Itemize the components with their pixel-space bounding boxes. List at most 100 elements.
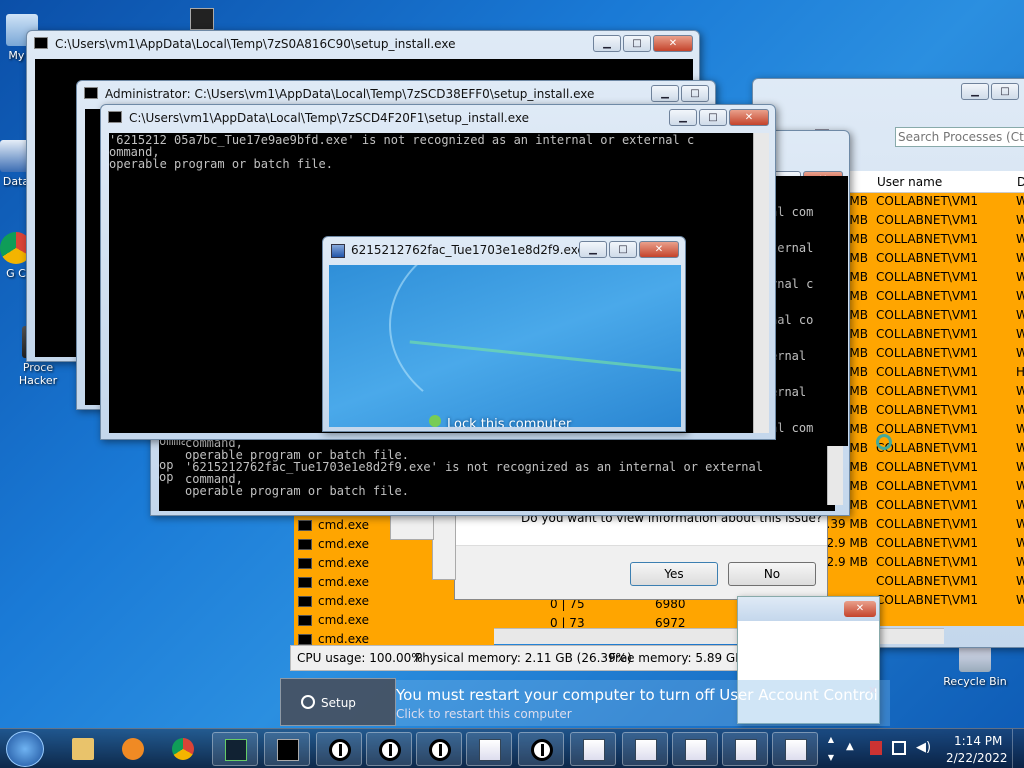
user-cell[interactable]: COLLABNET\VM1 xyxy=(876,232,978,246)
user-cell[interactable]: COLLABNET\VM1 xyxy=(876,270,978,284)
uac-notification[interactable]: You must restart your computer to turn o… xyxy=(390,680,890,726)
memory-cell: MB xyxy=(849,479,868,493)
user-cell[interactable]: COLLABNET\VM1 xyxy=(876,308,978,322)
taskbar: ▲ ▼ ▲ ◀) 1:14 PM 2/22/2022 xyxy=(0,728,1024,768)
window-icon xyxy=(785,739,807,761)
taskbar-media-player[interactable] xyxy=(110,732,156,766)
start-button[interactable] xyxy=(6,731,44,767)
user-cell[interactable]: COLLABNET\VM1 xyxy=(876,460,978,474)
user-cell[interactable]: COLLABNET\VM1 xyxy=(876,365,978,379)
clock-time[interactable]: 1:14 PM xyxy=(954,734,1002,748)
taskbar-cmd[interactable] xyxy=(264,732,310,766)
minimize-button[interactable]: ▁ xyxy=(961,83,989,100)
memory-cell: MB xyxy=(849,441,868,455)
setup-icon xyxy=(531,739,553,761)
description-cell: W xyxy=(1016,403,1024,417)
minimize-button[interactable]: ▁ xyxy=(593,35,621,52)
close-button[interactable]: ✕ xyxy=(653,35,693,52)
description-cell: W xyxy=(1016,517,1024,531)
minimize-button[interactable]: ▁ xyxy=(579,241,607,258)
taskbar-setup-1[interactable] xyxy=(316,732,362,766)
setup-icon xyxy=(329,739,351,761)
taskbar-scroll[interactable]: ▲ ▼ xyxy=(824,731,838,767)
taskbar-window-4[interactable] xyxy=(672,732,718,766)
user-cell[interactable]: COLLABNET\VM1 xyxy=(876,194,978,208)
user-cell[interactable]: COLLABNET\VM1 xyxy=(876,327,978,341)
user-cell[interactable]: COLLABNET\VM1 xyxy=(876,213,978,227)
close-button[interactable]: ✕ xyxy=(844,601,876,617)
taskbar-window-1[interactable] xyxy=(466,732,512,766)
taskbar-process-hacker[interactable] xyxy=(212,732,258,766)
user-cell[interactable]: COLLABNET\VM1 xyxy=(876,536,978,550)
user-cell[interactable]: COLLABNET\VM1 xyxy=(876,384,978,398)
maximize-button[interactable]: □ xyxy=(991,83,1019,100)
memory-cell: MB xyxy=(849,346,868,360)
taskbar-setup-4[interactable] xyxy=(518,732,564,766)
maximize-button[interactable]: □ xyxy=(609,241,637,258)
cpu-usage: CPU usage: 100.00% xyxy=(297,651,423,665)
yes-button[interactable]: Yes xyxy=(630,562,718,586)
memory-cell: MB xyxy=(849,194,868,208)
show-hidden-icons-icon[interactable]: ▲ xyxy=(846,741,854,752)
user-cell[interactable]: COLLABNET\VM1 xyxy=(876,593,978,607)
user-cell[interactable]: COLLABNET\VM1 xyxy=(876,555,978,569)
uac-restart-link[interactable]: Click to restart this computer xyxy=(396,707,572,721)
minimize-button[interactable]: ▁ xyxy=(651,85,679,102)
maximize-button[interactable]: □ xyxy=(681,85,709,102)
network-icon[interactable] xyxy=(892,741,906,755)
console-line: al com xyxy=(770,206,814,219)
memory-cell: MB xyxy=(849,213,868,227)
user-cell[interactable]: COLLABNET\VM1 xyxy=(876,289,978,303)
memory-cell: MB xyxy=(849,232,868,246)
uac-title: You must restart your computer to turn o… xyxy=(396,686,878,704)
taskbar-window-3[interactable] xyxy=(622,732,668,766)
memory-cell: MB xyxy=(849,384,868,398)
no-button[interactable]: No xyxy=(728,562,816,586)
memory-cell: MB xyxy=(849,308,868,322)
taskbar-setup-2[interactable] xyxy=(366,732,412,766)
taskbar-setup-3[interactable] xyxy=(416,732,462,766)
user-cell[interactable]: COLLABNET\VM1 xyxy=(876,346,978,360)
maximize-button[interactable]: □ xyxy=(699,109,727,126)
close-icon[interactable]: ✕ xyxy=(868,684,877,697)
user-cell[interactable]: COLLABNET\VM1 xyxy=(876,479,978,493)
minimize-button[interactable]: ▁ xyxy=(669,109,697,126)
console-line: ernal xyxy=(770,349,807,363)
exe-window[interactable]: 6215212762fac_Tue1703e1e8d2f9.exe ▁ □ ✕ Lo… xyxy=(322,236,686,432)
description-cell: W xyxy=(1016,384,1024,398)
taskbar-window-5[interactable] xyxy=(722,732,768,766)
close-button[interactable]: ✕ xyxy=(639,241,679,258)
process-name: cmd.exe xyxy=(318,594,370,608)
process-row[interactable]: cmd.exe xyxy=(298,613,498,632)
clock-date[interactable]: 2/22/2022 xyxy=(946,751,1008,765)
user-cell[interactable]: COLLABNET\VM1 xyxy=(876,574,978,588)
taskbar-chrome[interactable] xyxy=(160,732,206,766)
user-cell[interactable]: COLLABNET\VM1 xyxy=(876,498,978,512)
taskbar-explorer[interactable] xyxy=(60,732,106,766)
description-cell: W xyxy=(1016,194,1024,208)
search-processes-input[interactable] xyxy=(895,127,1024,147)
taskbar-window-2[interactable] xyxy=(570,732,616,766)
shortcut-icon[interactable] xyxy=(190,8,214,30)
user-cell[interactable]: COLLABNET\VM1 xyxy=(876,251,978,265)
flag-icon[interactable] xyxy=(870,741,882,755)
close-button[interactable]: ✕ xyxy=(729,109,769,126)
memory-cell: MB xyxy=(849,365,868,379)
user-cell[interactable]: COLLABNET\VM1 xyxy=(876,403,978,417)
column-d[interactable]: D xyxy=(1017,175,1024,189)
volume-icon[interactable]: ◀) xyxy=(916,740,931,755)
user-cell[interactable]: COLLABNET\VM1 xyxy=(876,517,978,531)
column-user-name[interactable]: User name xyxy=(877,175,942,189)
memory-cell: MB xyxy=(849,403,868,417)
memory-cell: 2.9 MB xyxy=(826,536,868,550)
description-cell: W xyxy=(1016,574,1024,588)
user-cell[interactable]: COLLABNET\VM1 xyxy=(876,422,978,436)
setup-taskbar-thumbnail[interactable]: Setup xyxy=(280,678,396,726)
taskbar-window-6[interactable] xyxy=(772,732,818,766)
show-desktop-button[interactable] xyxy=(1012,729,1024,768)
maximize-button[interactable]: □ xyxy=(623,35,651,52)
lock-computer-link[interactable]: Lock this computer xyxy=(447,417,571,427)
vertical-scrollbar[interactable] xyxy=(753,133,769,433)
